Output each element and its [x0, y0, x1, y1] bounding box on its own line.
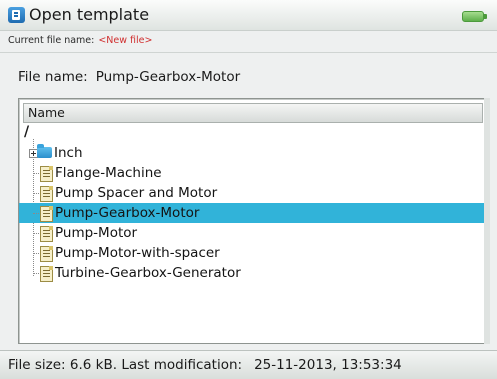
folder-icon	[37, 144, 52, 158]
tree-item-label: Inch	[54, 145, 83, 161]
tree-item-flange-machine[interactable]: Flange-Machine	[19, 163, 485, 183]
tree-item-label: Turbine-Gearbox-Generator	[55, 265, 241, 281]
root-path[interactable]: /	[24, 125, 29, 139]
last-modification-value: 25-11-2013, 13:53:34	[254, 357, 402, 373]
file-name-label: File name:	[18, 69, 88, 85]
tree-item-label: Pump-Gearbox-Motor	[55, 205, 200, 221]
tree-item-pump-motor-with-spacer[interactable]: Pump-Motor-with-spacer	[19, 243, 485, 263]
title-bar: Open template	[0, 0, 497, 31]
tree-item-label: Pump-Motor-with-spacer	[55, 245, 220, 261]
status-text: File size: 6.6 kB. Last modification: 25-…	[8, 356, 402, 374]
window-title: Open template	[29, 5, 150, 24]
file-name-value[interactable]: Pump-Gearbox-Motor	[96, 69, 240, 85]
battery-icon	[462, 11, 487, 22]
column-header-label: Name	[28, 105, 65, 120]
file-browser[interactable]: Name / Inch Flange-Machine Pump Spacer a…	[18, 98, 486, 344]
current-file-label: Current file name:	[8, 35, 95, 46]
file-size: File size: 6.6 kB.	[8, 357, 118, 373]
template-file-icon	[40, 226, 53, 242]
status-bar: File size: 6.6 kB. Last modification: 25-…	[0, 350, 497, 379]
tree-item-pump-motor[interactable]: Pump-Motor	[19, 223, 485, 243]
scrollbar-track[interactable]	[484, 98, 490, 344]
tree-item-turbine-gearbox-generator[interactable]: Turbine-Gearbox-Generator	[19, 263, 485, 283]
tree-item-label: Pump-Motor	[55, 225, 138, 241]
header-divider	[0, 52, 497, 53]
tree-item-label: Pump Spacer and Motor	[55, 185, 218, 201]
template-file-icon	[40, 246, 53, 262]
open-template-icon	[8, 7, 25, 23]
tree-item-inch[interactable]: Inch	[19, 143, 485, 163]
tree-item-pump-gearbox-motor[interactable]: Pump-Gearbox-Motor	[19, 203, 485, 223]
last-modification-label: Last modification:	[121, 357, 243, 373]
column-header-name[interactable]: Name	[23, 103, 483, 123]
current-file-value: <New file>	[98, 35, 153, 46]
tree-item-label: Flange-Machine	[55, 165, 162, 181]
file-name-row: File name: Pump-Gearbox-Motor	[18, 68, 240, 86]
tree-item-pump-spacer-and-motor[interactable]: Pump Spacer and Motor	[19, 183, 485, 203]
template-file-icon	[40, 266, 53, 282]
template-file-icon	[40, 166, 53, 182]
template-file-icon	[40, 206, 53, 222]
template-file-icon	[40, 186, 53, 202]
current-file-info: Current file name: <New file>	[8, 34, 152, 48]
